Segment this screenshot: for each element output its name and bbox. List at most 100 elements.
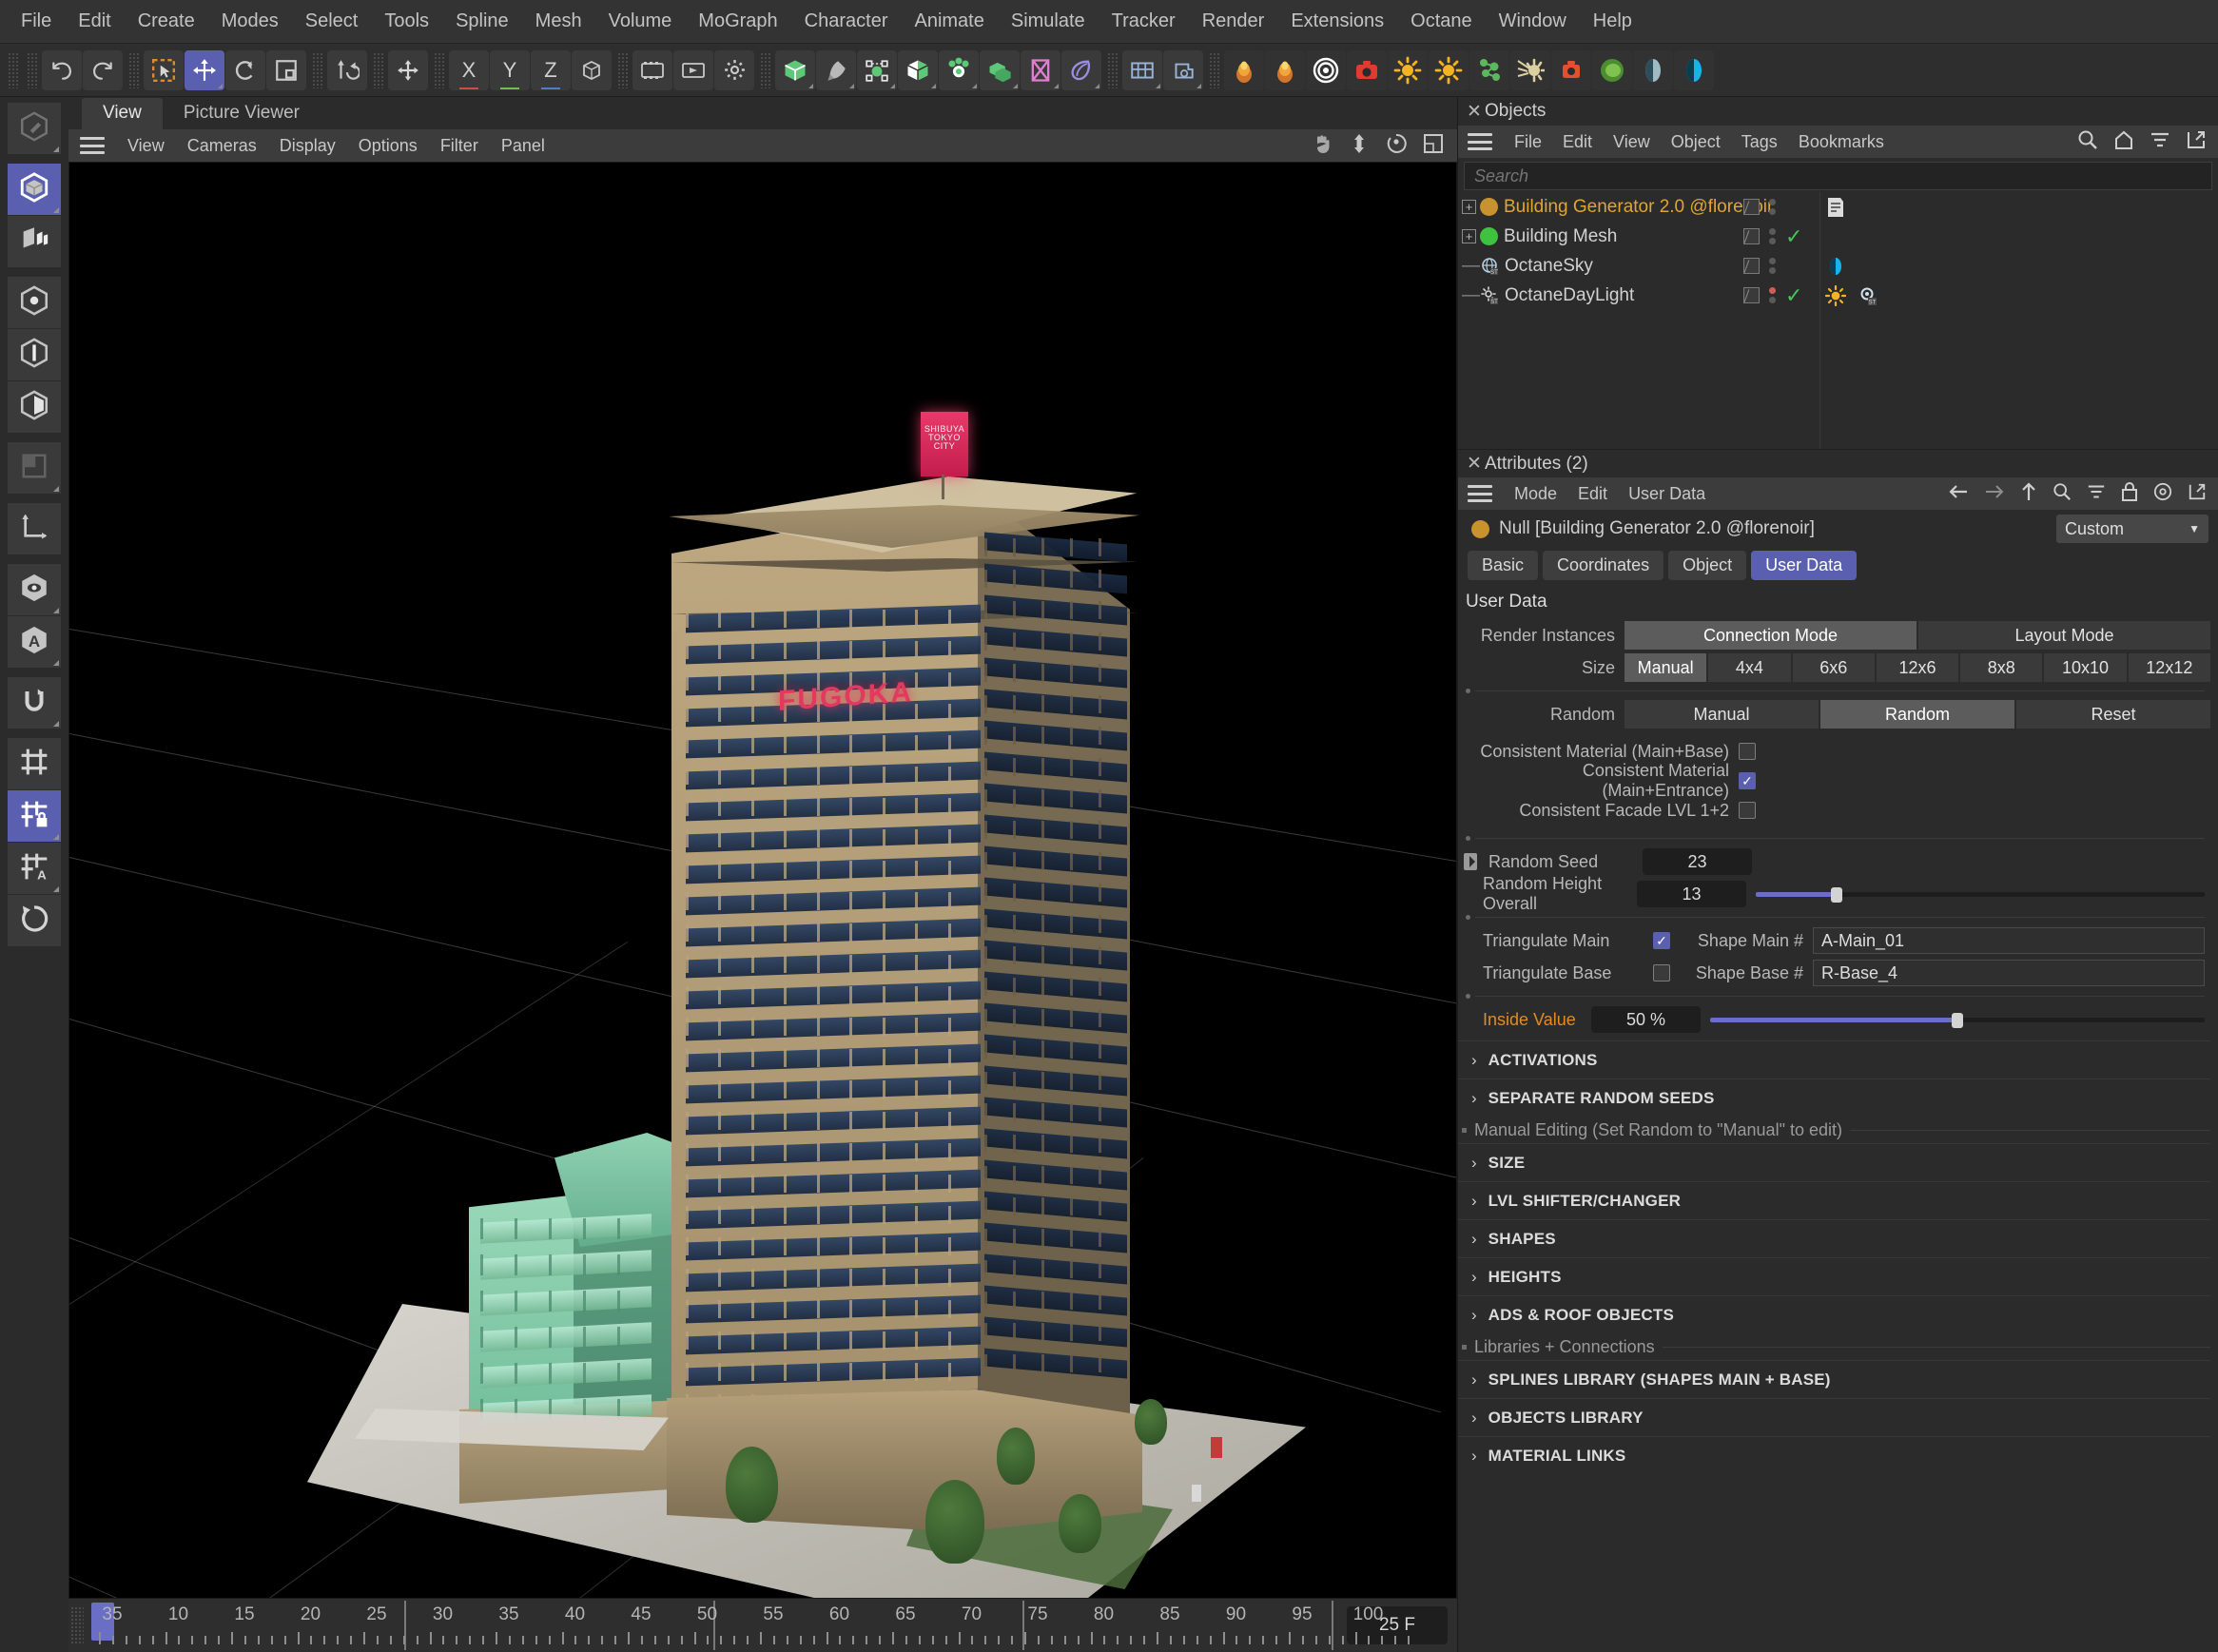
lock-y-axis-button[interactable]: Y [490, 49, 530, 90]
toolbar-grip[interactable] [8, 51, 19, 88]
workplane-auto-button[interactable]: A [8, 843, 61, 894]
expand-toggle-icon[interactable]: + [1462, 200, 1476, 214]
rotate-tool-button[interactable] [225, 49, 265, 90]
viewport-menu-filter[interactable]: Filter [429, 133, 490, 159]
edit-flag-icon[interactable] [1743, 287, 1760, 303]
viewport-hamburger-icon[interactable] [80, 137, 105, 154]
forward-arrow-icon[interactable] [1984, 482, 2005, 506]
workplane-mode-button[interactable] [8, 442, 61, 494]
checkbox-consistent-material-main-base-[interactable] [1739, 743, 1756, 760]
objects-hamburger-icon[interactable] [1468, 133, 1492, 150]
up-arrow-icon[interactable] [2020, 481, 2037, 507]
menu-item-octane[interactable]: Octane [1397, 7, 1485, 36]
visibility-dots[interactable] [1769, 258, 1776, 274]
menu-item-mograph[interactable]: MoGraph [685, 7, 790, 36]
menu-item-volume[interactable]: Volume [595, 7, 686, 36]
visibility-dots[interactable] [1769, 287, 1776, 303]
viewport-menu-display[interactable]: Display [268, 133, 347, 159]
popout-icon[interactable] [2186, 129, 2207, 155]
object-tree-row[interactable]: — ST OctaneDayLight ✓ ST [1458, 281, 2218, 310]
attributes-menu-edit[interactable]: Edit [1567, 481, 1618, 507]
generator-nurbs-button[interactable] [898, 49, 938, 90]
menu-item-tools[interactable]: Tools [371, 7, 442, 36]
menu-item-animate[interactable]: Animate [901, 7, 997, 36]
expand-toggle-icon[interactable]: + [1462, 229, 1476, 243]
inside-value-slider[interactable] [1710, 1006, 2205, 1033]
attributes-tab-basic[interactable]: Basic [1468, 551, 1539, 580]
edges-mode-button[interactable] [8, 329, 61, 380]
fold-section-shapes[interactable]: › SHAPES [1458, 1219, 2210, 1257]
sun-tag-icon[interactable] [1825, 284, 1846, 306]
enabled-check-icon[interactable]: ✓ [1785, 225, 1802, 247]
annotation-mode-button[interactable]: A [8, 616, 61, 668]
search-icon[interactable] [2077, 129, 2098, 155]
octane-sky-button[interactable] [1674, 49, 1714, 90]
visibility-dots[interactable] [1769, 228, 1776, 244]
toolbar-grip-9[interactable] [1107, 51, 1119, 88]
edit-flag-icon[interactable] [1743, 258, 1760, 274]
field-button[interactable] [1061, 49, 1101, 90]
layout-dropdown[interactable]: Custom ▼ [2056, 515, 2208, 543]
maximize-icon[interactable] [1423, 133, 1444, 159]
select-tool-button[interactable] [144, 49, 184, 90]
timeline-grip[interactable] [70, 1606, 84, 1644]
shape-base-field[interactable]: R-Base_4 [1813, 960, 2205, 986]
volume-button[interactable] [980, 49, 1020, 90]
attributes-tab-object[interactable]: Object [1668, 551, 1747, 580]
menu-item-window[interactable]: Window [1486, 7, 1580, 36]
undo-button[interactable] [42, 49, 82, 90]
search-icon[interactable] [2053, 482, 2072, 506]
inside-value-field[interactable]: 50 % [1591, 1006, 1701, 1033]
edit-flag-icon[interactable] [1743, 228, 1760, 244]
menu-item-character[interactable]: Character [791, 7, 902, 36]
viewport-menu-view[interactable]: View [116, 133, 176, 159]
axis-mode-button[interactable] [8, 503, 61, 554]
octane-camera-imager-button[interactable] [1551, 49, 1591, 90]
octane-object-tag-button[interactable] [1592, 49, 1632, 90]
random-seed-value[interactable]: 23 [1643, 848, 1752, 875]
octane-render-button[interactable] [1224, 49, 1264, 90]
size-option-6x6[interactable]: 6x6 [1792, 653, 1875, 682]
paint-tool-button[interactable] [8, 103, 61, 154]
toolbar-grip-5[interactable] [373, 51, 384, 88]
menu-item-spline[interactable]: Spline [442, 7, 522, 36]
home-icon[interactable] [2113, 129, 2134, 155]
annotation-tag-icon[interactable] [1825, 196, 1846, 219]
object-tree-row[interactable]: + Building Generator 2.0 @florenoir [1458, 192, 2218, 222]
menu-item-tracker[interactable]: Tracker [1099, 7, 1189, 36]
attributes-hamburger-icon[interactable] [1468, 485, 1492, 502]
edit-flag-icon[interactable] [1743, 199, 1760, 215]
octane-settings-button[interactable] [1510, 49, 1550, 90]
cube-primitive-button[interactable] [775, 49, 815, 90]
shape-main-field[interactable]: A-Main_01 [1813, 927, 2205, 954]
triangulate-main-checkbox[interactable] [1653, 932, 1670, 949]
workplane-grid-button[interactable] [8, 738, 61, 789]
menu-item-select[interactable]: Select [292, 7, 372, 36]
checkbox-consistent-facade-lvl-1-2[interactable] [1739, 802, 1756, 819]
render-instances-option-connection-mode[interactable]: Connection Mode [1625, 621, 1916, 650]
polygons-mode-button[interactable] [8, 381, 61, 433]
objects-menu-tags[interactable]: Tags [1731, 129, 1788, 155]
menu-item-modes[interactable]: Modes [208, 7, 292, 36]
fold-section-objects-library[interactable]: › OBJECTS LIBRARY [1458, 1398, 2210, 1436]
attributes-tab-user-data[interactable]: User Data [1751, 551, 1858, 580]
workplane-reset-button[interactable] [8, 895, 61, 946]
viewport-menu-cameras[interactable]: Cameras [176, 133, 268, 159]
points-mode-button[interactable] [8, 277, 61, 328]
objects-menu-object[interactable]: Object [1661, 129, 1731, 155]
lock-z-axis-button[interactable]: Z [531, 49, 571, 90]
render-settings-button[interactable] [714, 49, 754, 90]
objects-menu-file[interactable]: File [1504, 129, 1552, 155]
fold-section-heights[interactable]: › HEIGHTS [1458, 1257, 2210, 1295]
close-icon[interactable]: ✕ [1464, 101, 1485, 123]
back-arrow-icon[interactable] [1948, 482, 1969, 506]
move-tool-button[interactable] [185, 49, 224, 90]
dolly-icon[interactable] [1349, 132, 1370, 160]
world-coordinates-button[interactable] [388, 49, 428, 90]
random-option-reset[interactable]: Reset [2016, 700, 2210, 729]
menu-item-mesh[interactable]: Mesh [522, 7, 595, 36]
objects-search-input[interactable] [1474, 165, 2211, 186]
objects-menu-bookmarks[interactable]: Bookmarks [1788, 129, 1895, 155]
render-region-button[interactable] [673, 49, 713, 90]
spline-object-button[interactable] [857, 49, 897, 90]
